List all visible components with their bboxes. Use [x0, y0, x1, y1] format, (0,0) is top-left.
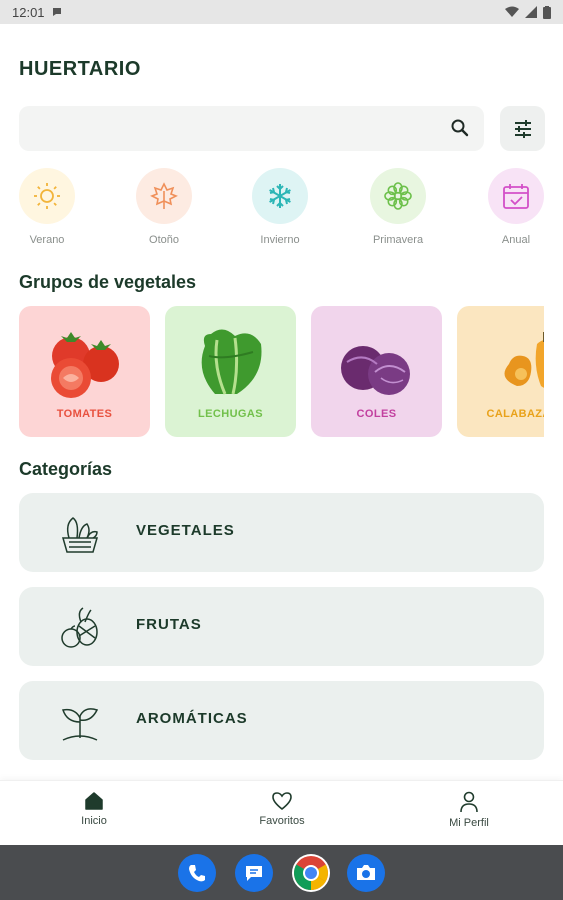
vegetable-groups-carousel[interactable]: TOMATES LECHUGAS COLES CALABAZAS: [19, 306, 544, 438]
category-label: FRUTAS: [136, 616, 202, 633]
snowflake-icon: [269, 184, 291, 208]
season-circle: [252, 168, 308, 224]
season-label: Anual: [501, 234, 531, 246]
category-label: AROMÁTICAS: [136, 710, 248, 727]
season-label: Primavera: [372, 234, 424, 246]
camera-icon: [357, 865, 375, 880]
groups-section-title: Grupos de vegetales: [19, 272, 197, 292]
nav-inicio[interactable]: Inicio: [34, 781, 154, 846]
group-card-calabazas[interactable]: CALABAZAS: [457, 306, 544, 437]
nav-label: Favoritos: [259, 815, 305, 827]
season-selector: Verano Otoño Invierno Primavera Anual: [0, 168, 563, 252]
search-input[interactable]: [19, 106, 484, 151]
category-frutas[interactable]: FRUTAS: [19, 587, 544, 666]
season-circle: [136, 168, 192, 224]
sprout-icon: [62, 708, 99, 741]
sun-icon: [34, 183, 60, 209]
messages-icon: [246, 866, 262, 881]
category-vegetales[interactable]: VEGETALES: [19, 493, 544, 572]
maple-leaf-icon: [150, 182, 178, 209]
group-card-tomates[interactable]: TOMATES: [19, 306, 150, 437]
season-circle: [488, 168, 544, 224]
chrome-app[interactable]: [292, 854, 330, 892]
season-label: Invierno: [260, 234, 300, 246]
season-otono[interactable]: Otoño: [124, 168, 204, 246]
camera-app[interactable]: [347, 854, 385, 892]
season-label: Verano: [29, 234, 65, 246]
group-label: TOMATES: [56, 408, 113, 420]
calendar-icon: [503, 184, 529, 209]
squash-image: [504, 332, 544, 388]
season-anual[interactable]: Anual: [476, 168, 556, 246]
fruits-icon: [61, 607, 98, 648]
cabbage-image: [341, 346, 410, 395]
category-label: VEGETALES: [136, 522, 235, 539]
season-primavera[interactable]: Primavera: [358, 168, 438, 246]
category-aromaticas[interactable]: AROMÁTICAS: [19, 681, 544, 760]
season-circle: [19, 168, 75, 224]
vegetable-basket-icon: [62, 517, 98, 553]
signal-icon: [525, 6, 537, 18]
phone-app[interactable]: [178, 854, 216, 892]
season-verano[interactable]: Verano: [7, 168, 87, 246]
group-label: LECHUGAS: [198, 408, 263, 420]
heart-icon: [272, 792, 292, 811]
chrome-icon: [294, 856, 328, 890]
flower-icon: [384, 182, 412, 210]
messages-app[interactable]: [235, 854, 273, 892]
bottom-navigation: Inicio Favoritos Mi Perfil: [0, 780, 563, 845]
home-icon: [85, 792, 103, 810]
group-card-lechugas[interactable]: LECHUGAS: [165, 306, 296, 437]
sliders-icon: [514, 119, 531, 138]
phone-icon: [189, 865, 205, 882]
nav-label: Mi Perfil: [449, 817, 489, 829]
search-icon[interactable]: [450, 118, 470, 138]
person-icon: [460, 791, 478, 813]
wifi-icon: [505, 6, 519, 17]
notification-icon: [52, 8, 61, 16]
categories-section-title: Categorías: [19, 459, 113, 479]
filter-button[interactable]: [500, 106, 545, 151]
app-title: HUERTARIO: [19, 58, 141, 80]
group-label: CALABAZAS: [486, 408, 544, 420]
tomato-image: [51, 332, 119, 398]
group-label: COLES: [356, 408, 397, 420]
status-bar: 12:01: [0, 0, 563, 24]
battery-icon: [543, 5, 551, 19]
system-taskbar: [0, 845, 563, 900]
group-card-coles[interactable]: COLES: [311, 306, 442, 437]
nav-label: Inicio: [81, 815, 107, 827]
season-circle: [370, 168, 426, 224]
season-invierno[interactable]: Invierno: [240, 168, 320, 246]
nav-mi-perfil[interactable]: Mi Perfil: [409, 781, 529, 846]
lettuce-image: [201, 329, 262, 395]
status-time: 12:01: [12, 4, 45, 20]
nav-favoritos[interactable]: Favoritos: [222, 781, 342, 846]
season-label: Otoño: [149, 234, 179, 246]
